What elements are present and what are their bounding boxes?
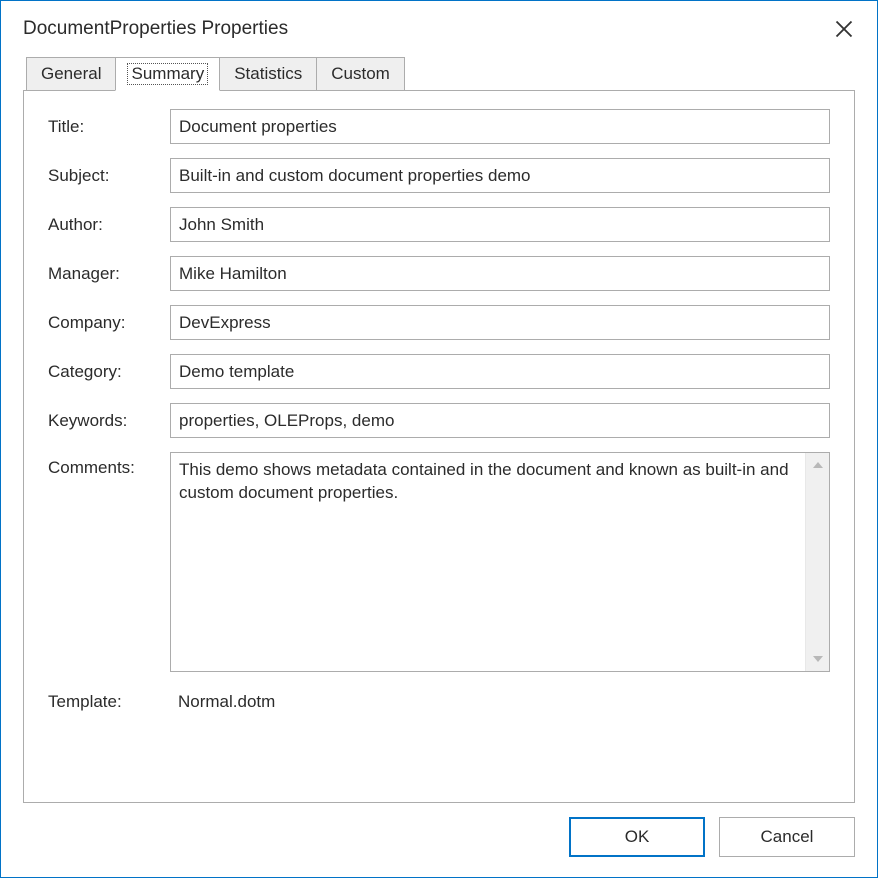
- summary-form: Title: Subject: Author: Manager: Company…: [48, 109, 830, 718]
- keywords-field[interactable]: [170, 403, 830, 438]
- author-field[interactable]: [170, 207, 830, 242]
- subject-field[interactable]: [170, 158, 830, 193]
- tab-strip: General Summary Statistics Custom: [26, 56, 855, 90]
- chevron-down-icon: [812, 653, 824, 665]
- titlebar: DocumentProperties Properties: [1, 1, 877, 56]
- comments-field[interactable]: [171, 453, 805, 671]
- label-comments: Comments:: [48, 452, 168, 478]
- tab-custom[interactable]: Custom: [316, 57, 405, 91]
- close-icon: [834, 19, 854, 39]
- label-category: Category:: [48, 362, 168, 382]
- scroll-up-button[interactable]: [806, 453, 829, 477]
- scroll-down-button[interactable]: [806, 647, 829, 671]
- ok-button[interactable]: OK: [569, 817, 705, 857]
- label-keywords: Keywords:: [48, 411, 168, 431]
- tab-statistics[interactable]: Statistics: [219, 57, 317, 91]
- close-button[interactable]: [829, 14, 859, 44]
- document-properties-dialog: DocumentProperties Properties General Su…: [0, 0, 878, 878]
- cancel-button[interactable]: Cancel: [719, 817, 855, 857]
- chevron-up-icon: [812, 459, 824, 471]
- summary-panel: Title: Subject: Author: Manager: Company…: [23, 90, 855, 803]
- template-value: Normal.dotm: [170, 686, 830, 718]
- label-company: Company:: [48, 313, 168, 333]
- company-field[interactable]: [170, 305, 830, 340]
- tab-general[interactable]: General: [26, 57, 116, 91]
- comments-scrollbar[interactable]: [805, 453, 829, 671]
- dialog-content: General Summary Statistics Custom Title:…: [1, 56, 877, 803]
- manager-field[interactable]: [170, 256, 830, 291]
- label-title: Title:: [48, 117, 168, 137]
- label-template: Template:: [48, 692, 168, 712]
- comments-wrapper: [170, 452, 830, 672]
- label-author: Author:: [48, 215, 168, 235]
- title-field[interactable]: [170, 109, 830, 144]
- dialog-buttons: OK Cancel: [1, 803, 877, 877]
- category-field[interactable]: [170, 354, 830, 389]
- label-subject: Subject:: [48, 166, 168, 186]
- label-manager: Manager:: [48, 264, 168, 284]
- tab-summary[interactable]: Summary: [115, 57, 220, 91]
- dialog-title: DocumentProperties Properties: [23, 18, 288, 40]
